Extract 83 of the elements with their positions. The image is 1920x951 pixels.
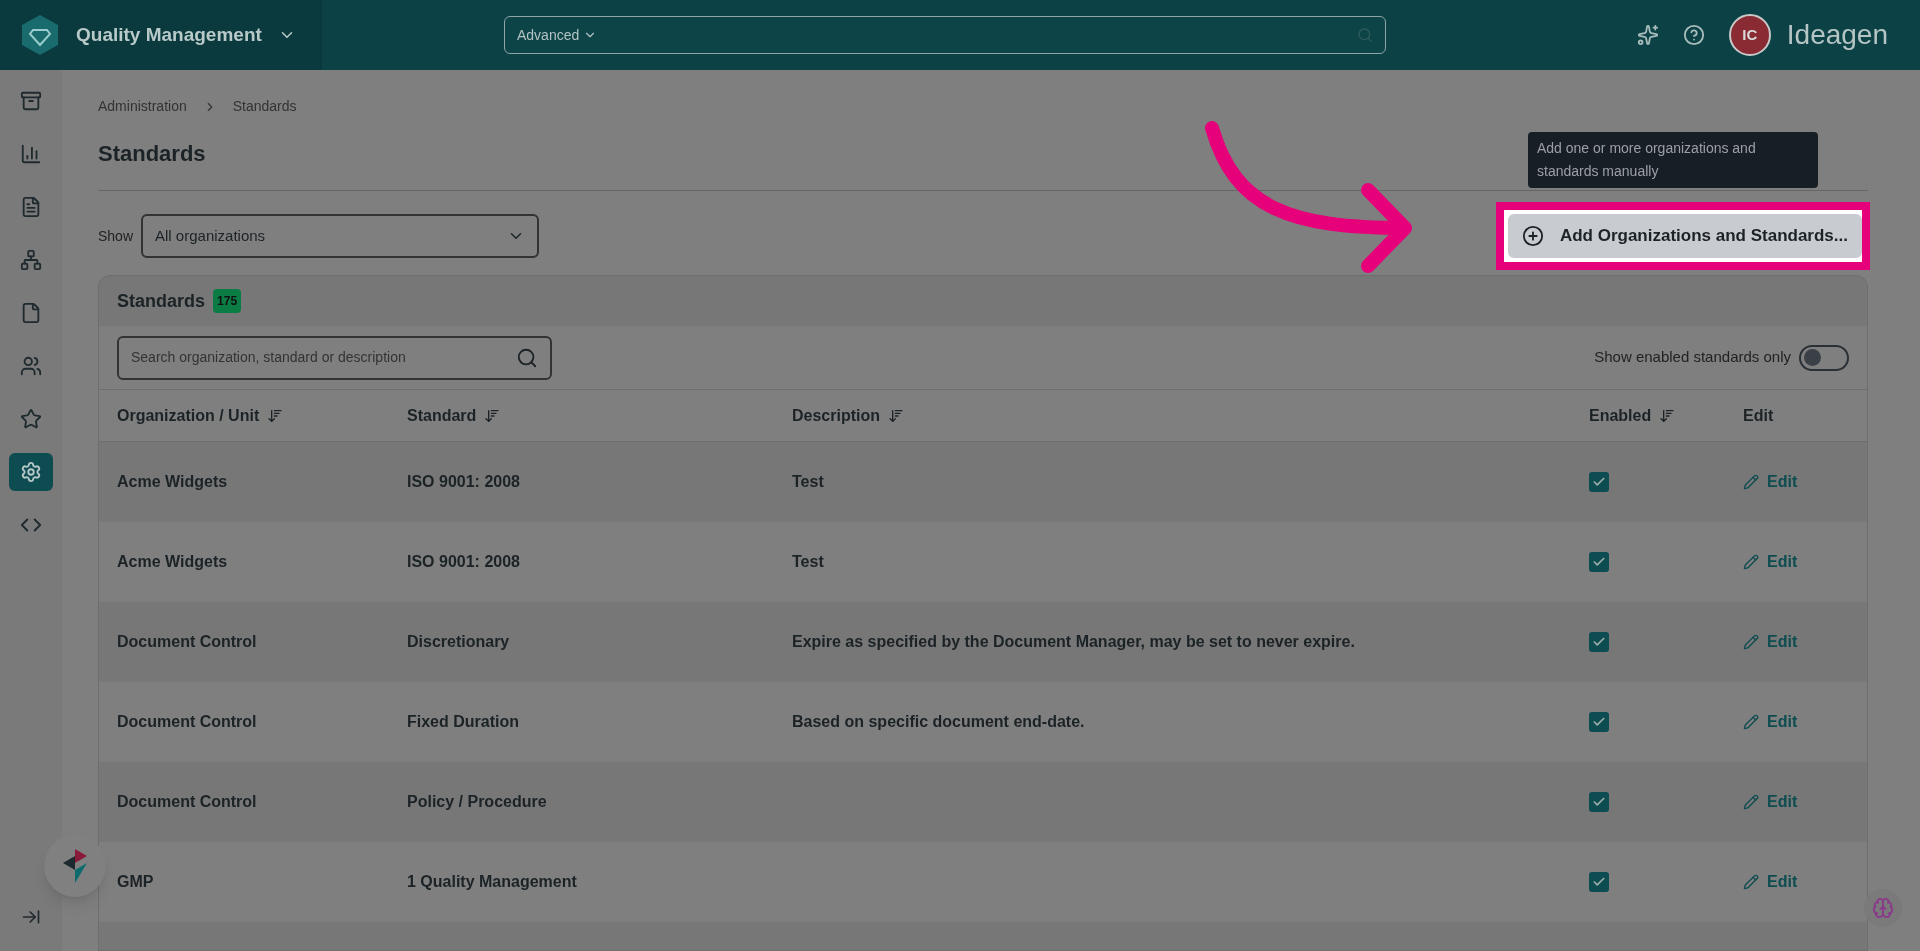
check-icon <box>1592 715 1606 729</box>
pencil-icon <box>1743 794 1759 810</box>
plus-circle-icon <box>1521 225 1544 247</box>
pencil-icon <box>1743 714 1759 730</box>
table-cell: 1 Quality Management <box>407 873 577 890</box>
sort-icon[interactable] <box>267 407 284 424</box>
card-title: Standards <box>117 289 206 313</box>
enabled-checkbox[interactable] <box>1589 872 1609 892</box>
enabled-checkbox[interactable] <box>1589 792 1609 812</box>
table-cell: Based on specific document end-date. <box>792 713 1085 730</box>
bar-chart-icon <box>20 143 42 165</box>
check-icon <box>1592 555 1606 569</box>
search-field[interactable]: Advanced <box>504 16 1386 54</box>
page-title: Standards <box>98 140 206 168</box>
gem-logo-icon <box>20 13 60 57</box>
enabled-checkbox[interactable] <box>1589 552 1609 572</box>
check-icon <box>1592 875 1606 889</box>
pencil-icon <box>1743 874 1759 890</box>
enabled-checkbox[interactable] <box>1589 632 1609 652</box>
help-icon[interactable] <box>1682 24 1705 46</box>
user-avatar[interactable]: IC <box>1728 14 1771 56</box>
tooltip: Add one or more organizations and standards manually <box>1528 132 1818 188</box>
column-header[interactable]: Enabled <box>1589 403 1676 428</box>
pencil-icon <box>1743 554 1759 570</box>
table-cell: ISO 9001: 2008 <box>407 473 520 490</box>
pencil-icon <box>1743 474 1759 490</box>
show-label: Show <box>98 226 134 246</box>
edit-link[interactable]: Edit <box>1743 710 1798 734</box>
enabled-checkbox[interactable] <box>1589 712 1609 732</box>
cube-logo-icon <box>62 849 88 883</box>
check-icon <box>1592 795 1606 809</box>
hierarchy-icon <box>20 249 42 271</box>
column-header[interactable]: Edit <box>1743 403 1774 428</box>
table-cell: Discretionary <box>407 633 510 650</box>
count-badge: 175 <box>213 289 242 313</box>
edit-link[interactable]: Edit <box>1743 790 1798 814</box>
table-cell: GMP <box>117 873 154 890</box>
file-icon <box>20 302 42 324</box>
star-icon <box>20 408 42 430</box>
table-cell: Fixed Duration <box>407 713 519 730</box>
table-cell: ISO 9001: 2008 <box>407 553 520 570</box>
edit-link[interactable]: Edit <box>1743 630 1798 654</box>
standards-search-field[interactable]: Search organization, standard or description <box>117 335 552 380</box>
breadcrumb-link[interactable]: Administration <box>98 96 187 117</box>
check-icon <box>1592 475 1606 489</box>
search-icon[interactable] <box>516 346 538 369</box>
column-header[interactable]: Description <box>792 403 904 428</box>
enabled-checkbox[interactable] <box>1589 472 1609 492</box>
table-cell: Document Control <box>117 793 257 810</box>
column-header[interactable]: Organization / Unit <box>117 403 284 428</box>
brand-logo: Ideagen <box>1786 18 1888 52</box>
table-cell: Document Control <box>117 713 257 730</box>
edit-link[interactable]: Edit <box>1743 550 1798 574</box>
table-cell: Expire as specified by the Document Manager, may be set to never expire. <box>792 633 1355 650</box>
column-header[interactable]: Standard <box>407 403 501 428</box>
table-cell: Document Control <box>117 633 257 650</box>
organization-dropdown[interactable]: All organizations <box>141 214 540 258</box>
check-icon <box>1592 635 1606 649</box>
document-icon <box>20 196 42 218</box>
search-input[interactable]: Search organization, standard or description <box>131 347 516 368</box>
search-mode-dropdown[interactable]: Advanced <box>517 24 598 46</box>
sort-icon[interactable] <box>1659 407 1676 424</box>
sort-icon[interactable] <box>484 407 501 424</box>
table-cell: Policy / Procedure <box>407 793 547 810</box>
toggle-label: Show enabled standards only <box>1594 347 1791 368</box>
pencil-icon <box>1743 634 1759 650</box>
edit-link[interactable]: Edit <box>1743 470 1798 494</box>
table-cell: Test <box>792 473 824 490</box>
breadcrumb-current: Standards <box>232 97 297 116</box>
brain-icon <box>1872 897 1894 919</box>
expand-sidebar-icon[interactable] <box>21 907 41 927</box>
sort-icon[interactable] <box>888 407 904 424</box>
add-organizations-button[interactable]: Add Organizations and Standards... <box>1507 214 1862 258</box>
table-cell: Acme Widgets <box>117 553 228 570</box>
table-cell: Acme Widgets <box>117 473 228 490</box>
sidebar-item[interactable] <box>9 453 53 491</box>
archive-icon <box>20 90 42 112</box>
enabled-only-toggle[interactable] <box>1799 344 1849 371</box>
table-cell: Test <box>792 553 824 570</box>
edit-link[interactable]: Edit <box>1743 870 1798 894</box>
settings-icon <box>20 461 42 483</box>
sparkle-icon[interactable] <box>1636 24 1659 46</box>
people-icon <box>20 355 42 377</box>
